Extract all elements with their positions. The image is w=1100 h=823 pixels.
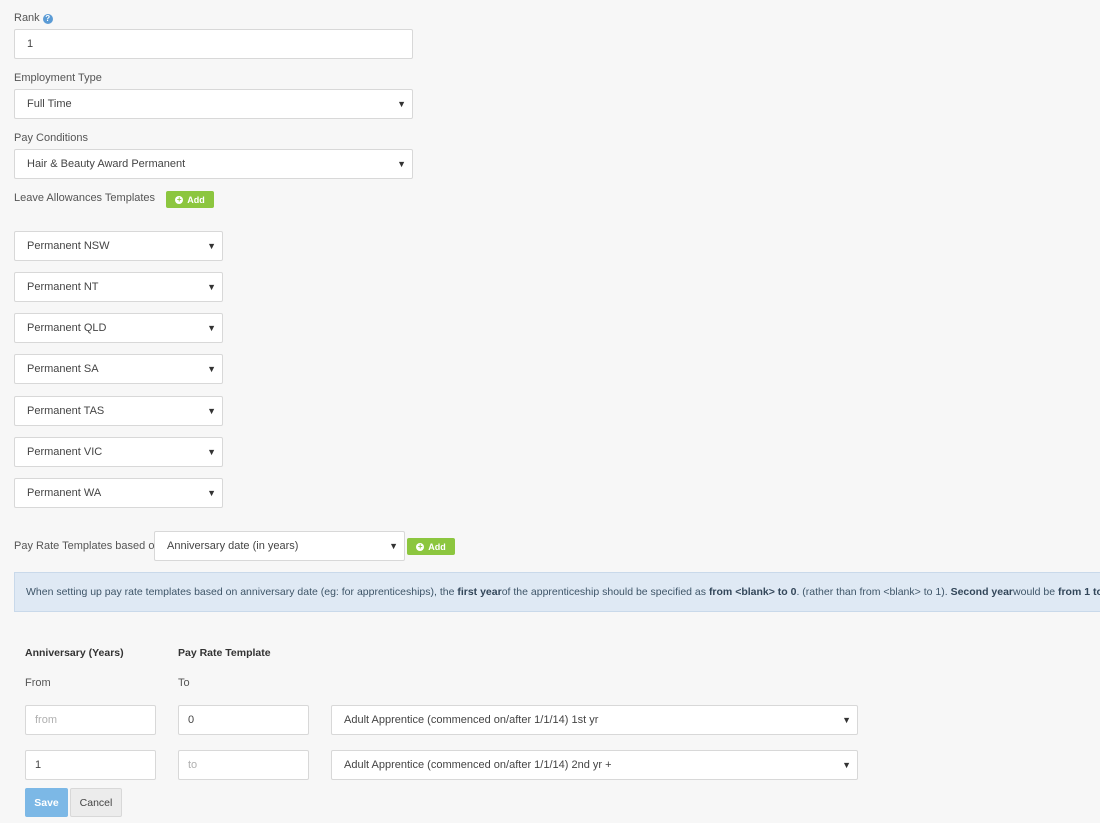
add-pay-rate-template-button[interactable]: + Add [407,538,455,555]
leave-template-select[interactable]: Permanent WA ▼ [14,478,223,508]
sub-header-to: To [178,677,190,689]
caret-down-icon: ▼ [207,323,216,333]
plus-circle-icon: + [416,541,425,551]
leave-template-select[interactable]: Permanent NT ▼ [14,272,223,302]
pay-rate-template-select[interactable]: Adult Apprentice (commenced on/after 1/1… [331,750,858,780]
save-button[interactable]: Save [25,788,68,817]
employment-type-label: Employment Type [14,72,102,84]
caret-down-icon: ▼ [207,364,216,374]
col-header-pay-rate-template: Pay Rate Template [178,647,271,659]
caret-down-icon: ▼ [207,406,216,416]
cancel-button[interactable]: Cancel [70,788,122,817]
caret-down-icon: ▼ [842,715,851,725]
caret-down-icon: ▼ [397,99,406,109]
to-input[interactable]: 0 [178,705,309,735]
rank-input[interactable]: 1 [14,29,413,59]
help-icon[interactable]: ? [42,14,53,24]
caret-down-icon: ▼ [207,282,216,292]
pay-conditions-select[interactable]: Hair & Beauty Award Permanent ▼ [14,149,413,179]
caret-down-icon: ▼ [207,241,216,251]
rank-label: Rank? [14,12,53,24]
pay-rate-basis-label: Pay Rate Templates based on [14,540,161,552]
leave-allowances-label: Leave Allowances Templates [14,192,156,204]
leave-template-select[interactable]: Permanent TAS ▼ [14,396,223,426]
caret-down-icon: ▼ [397,159,406,169]
leave-template-select[interactable]: Permanent SA ▼ [14,354,223,384]
pay-rate-basis-select[interactable]: Anniversary date (in years) ▼ [154,531,405,561]
pay-conditions-label: Pay Conditions [14,132,88,144]
leave-template-select[interactable]: Permanent QLD ▼ [14,313,223,343]
caret-down-icon: ▼ [389,541,398,551]
col-header-anniversary: Anniversary (Years) [25,647,124,659]
caret-down-icon: ▼ [207,447,216,457]
caret-down-icon: ▼ [207,488,216,498]
from-input[interactable]: 1 [25,750,156,780]
leave-template-select[interactable]: Permanent VIC ▼ [14,437,223,467]
info-alert: When setting up pay rate templates based… [14,572,1100,612]
add-leave-template-button[interactable]: + Add [166,191,214,208]
sub-header-from: From [25,677,51,689]
from-input[interactable]: from [25,705,156,735]
caret-down-icon: ▼ [842,760,851,770]
plus-circle-icon: + [175,194,184,204]
employment-type-select[interactable]: Full Time ▼ [14,89,413,119]
to-input[interactable]: to [178,750,309,780]
pay-rate-template-select[interactable]: Adult Apprentice (commenced on/after 1/1… [331,705,858,735]
leave-template-select[interactable]: Permanent NSW ▼ [14,231,223,261]
